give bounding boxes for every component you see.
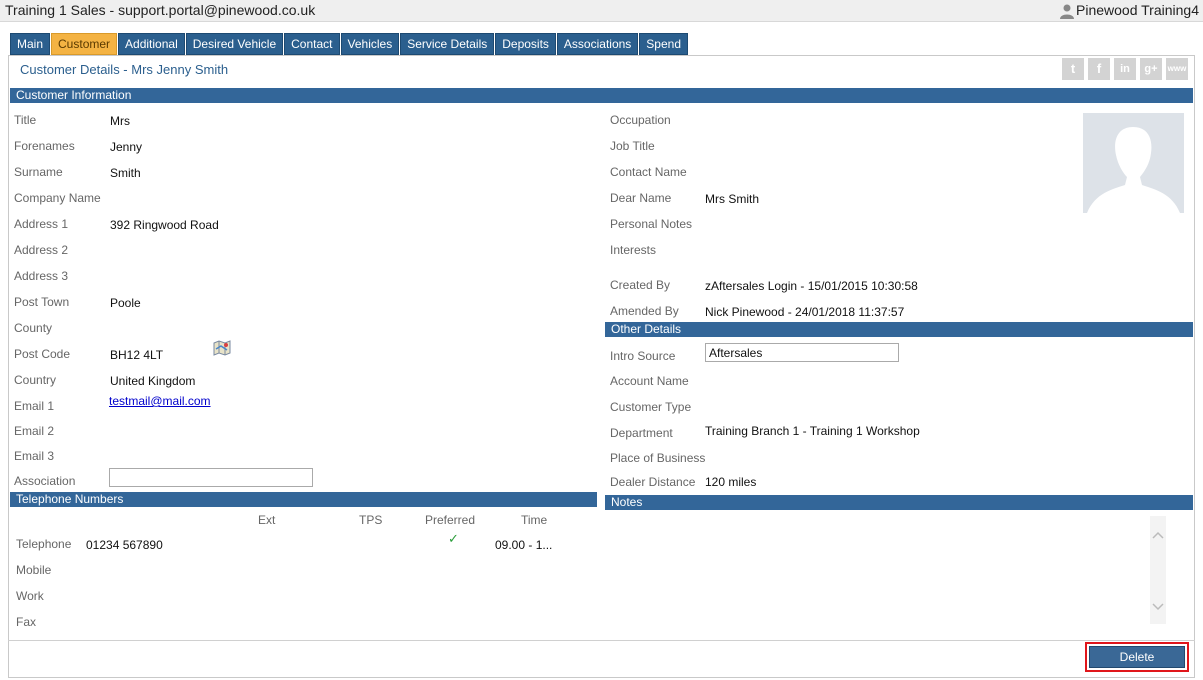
occupation-label: Occupation xyxy=(610,113,671,127)
col-tps: TPS xyxy=(359,513,383,527)
facebook-icon[interactable]: f xyxy=(1088,58,1110,80)
customer-type-label: Customer Type xyxy=(610,400,692,414)
address1-value: 392 Ringwood Road xyxy=(110,218,219,232)
delete-button[interactable]: Delete xyxy=(1089,646,1185,668)
surname-label: Surname xyxy=(14,165,63,179)
tab-deposits[interactable]: Deposits xyxy=(495,33,556,55)
col-time: Time xyxy=(521,513,548,527)
dear-name-label: Dear Name xyxy=(610,191,672,205)
address2-label: Address 2 xyxy=(14,243,69,257)
personal-notes-label: Personal Notes xyxy=(610,217,693,231)
tab-additional[interactable]: Additional xyxy=(118,33,185,55)
notes-scrollbar[interactable] xyxy=(1150,516,1166,624)
country-value: United Kingdom xyxy=(110,374,196,388)
map-icon[interactable] xyxy=(213,340,231,356)
address3-label: Address 3 xyxy=(14,269,69,283)
tab-contact[interactable]: Contact xyxy=(284,33,340,55)
delete-highlight: Delete xyxy=(1085,642,1189,672)
website-icon[interactable]: www xyxy=(1166,58,1188,80)
country-label: Country xyxy=(14,373,57,387)
post-town-label: Post Town xyxy=(14,295,70,309)
intro-source-label: Intro Source xyxy=(610,349,676,363)
post-code-value: BH12 4LT xyxy=(110,348,164,362)
post-code-label: Post Code xyxy=(14,347,71,361)
telephone-value: 01234 567890 xyxy=(86,538,163,552)
current-user[interactable]: Pinewood Training4 xyxy=(1076,2,1199,18)
preferred-check-icon: ✓ xyxy=(448,531,459,546)
scroll-down-icon[interactable] xyxy=(1152,600,1164,614)
fax-label: Fax xyxy=(16,615,37,629)
page-title: Customer Details - Mrs Jenny Smith xyxy=(20,62,229,77)
col-ext: Ext xyxy=(258,513,276,527)
amended-by-value: Nick Pinewood - 24/01/2018 11:37:57 xyxy=(705,305,905,319)
notes-textarea[interactable] xyxy=(607,516,1167,624)
window-title: Training 1 Sales - support.portal@pinewo… xyxy=(5,2,316,18)
title-label: Title xyxy=(14,113,37,127)
tab-customer[interactable]: Customer xyxy=(51,33,118,55)
job-title-label: Job Title xyxy=(610,139,655,153)
work-label: Work xyxy=(16,589,44,603)
other-details-header: Other Details xyxy=(605,322,1193,337)
company-name-label: Company Name xyxy=(14,191,101,205)
tab-bar: Main Customer Additional Desired Vehicle… xyxy=(10,33,689,55)
tab-service-details[interactable]: Service Details xyxy=(400,33,495,55)
contact-name-label: Contact Name xyxy=(610,165,687,179)
department-label: Department xyxy=(610,426,673,440)
user-icon[interactable] xyxy=(1059,3,1075,19)
notes-header: Notes xyxy=(605,495,1193,510)
account-name-label: Account Name xyxy=(610,374,689,388)
scroll-up-icon[interactable] xyxy=(1152,528,1164,542)
tab-associations[interactable]: Associations xyxy=(556,33,639,55)
dealer-distance-label: Dealer Distance xyxy=(610,475,696,489)
email3-label: Email 3 xyxy=(14,449,55,463)
title-value: Mrs xyxy=(110,114,130,128)
intro-source-input[interactable] xyxy=(705,343,899,362)
surname-value: Smith xyxy=(110,166,141,180)
forenames-label: Forenames xyxy=(14,139,75,153)
linkedin-icon[interactable]: in xyxy=(1114,58,1136,80)
dear-name-value: Mrs Smith xyxy=(705,192,759,206)
window-titlebar: Training 1 Sales - support.portal@pinewo… xyxy=(0,0,1203,22)
created-by-value: zAftersales Login - 15/01/2015 10:30:58 xyxy=(705,279,918,293)
telephone-label: Telephone xyxy=(16,537,72,551)
telephone-time: 09.00 - 1... xyxy=(495,538,553,552)
customer-information-header: Customer Information xyxy=(10,88,1193,103)
association-input[interactable] xyxy=(109,468,313,487)
created-by-label: Created By xyxy=(610,278,671,292)
tab-spend[interactable]: Spend xyxy=(639,33,688,55)
amended-by-label: Amended By xyxy=(610,304,679,318)
association-label: Association xyxy=(14,474,76,488)
email1-link[interactable]: testmail@mail.com xyxy=(109,394,211,408)
twitter-icon[interactable]: t xyxy=(1062,58,1084,80)
google-plus-icon[interactable]: g+ xyxy=(1140,58,1162,80)
email2-label: Email 2 xyxy=(14,424,55,438)
customer-avatar[interactable] xyxy=(1083,113,1184,213)
col-preferred: Preferred xyxy=(425,513,476,527)
interests-label: Interests xyxy=(610,243,657,257)
telephone-numbers-header: Telephone Numbers xyxy=(10,492,597,507)
tab-desired-vehicle[interactable]: Desired Vehicle xyxy=(185,33,284,55)
tab-vehicles[interactable]: Vehicles xyxy=(340,33,400,55)
email1-label: Email 1 xyxy=(14,399,55,413)
footer-divider xyxy=(8,640,1195,641)
forenames-value: Jenny xyxy=(110,140,143,154)
department-value: Training Branch 1 - Training 1 Workshop xyxy=(705,424,920,438)
mobile-label: Mobile xyxy=(16,563,52,577)
tab-main[interactable]: Main xyxy=(10,33,51,55)
address1-label: Address 1 xyxy=(14,217,69,231)
place-of-business-label: Place of Business xyxy=(610,451,706,465)
county-label: County xyxy=(14,321,53,335)
dealer-distance-value: 120 miles xyxy=(705,475,757,489)
post-town-value: Poole xyxy=(110,296,141,310)
